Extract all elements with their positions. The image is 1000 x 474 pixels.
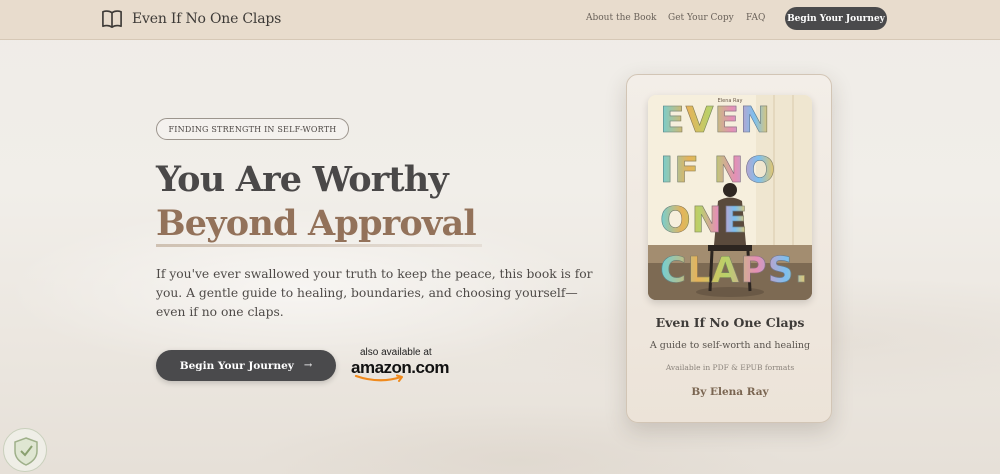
book-formats: Available in PDF & EPUB formats [665,363,795,372]
book-subtitle: A guide to self-worth and healing [649,340,811,351]
hero-lead-paragraph: If you've ever swallowed your truth to k… [156,267,593,319]
top-nav: Even If No One Claps About the Book Get … [0,0,1000,40]
begin-journey-label: Begin Your Journey [179,359,294,372]
begin-journey-button[interactable]: Begin Your Journey → [156,350,336,381]
headline-underline [156,244,482,247]
cover-title-word-4: CLAPS. [660,250,810,291]
arrow-right-icon: → [303,360,313,371]
also-available-label: also available at [360,347,432,358]
book-author: By Elena Ray [691,386,769,398]
cover-title-word-1: EVEN [660,100,772,141]
headline-line-1: You Are Worthy [156,159,449,200]
brand-link[interactable]: Even If No One Claps [101,8,281,30]
nav-link-get-copy[interactable]: Get Your Copy [668,13,734,23]
book-title: Even If No One Claps [655,315,805,330]
nav-link-faq[interactable]: FAQ [746,13,765,23]
eyebrow-pill: FINDING STRENGTH IN SELF-WORTH [156,118,349,140]
cover-title-word-2: IF NO [660,150,777,191]
cover-title-word-3: ONE [660,200,749,241]
headline-line-2: Beyond Approval [156,203,477,244]
brand-name: Even If No One Claps [132,11,282,27]
amazon-smile-icon [354,374,403,382]
background-haze [0,40,1000,474]
shield-badge-icon [3,428,47,472]
nav-link-about[interactable]: About the Book [586,13,656,23]
nav-begin-journey-button[interactable]: Begin Your Journey [785,7,887,30]
book-card: Elena Ray EVEN IF NO ONE CLAPS. Even If … [626,74,832,423]
open-book-icon [102,10,122,28]
book-cover-image: Elena Ray EVEN IF NO ONE CLAPS. [648,95,812,300]
